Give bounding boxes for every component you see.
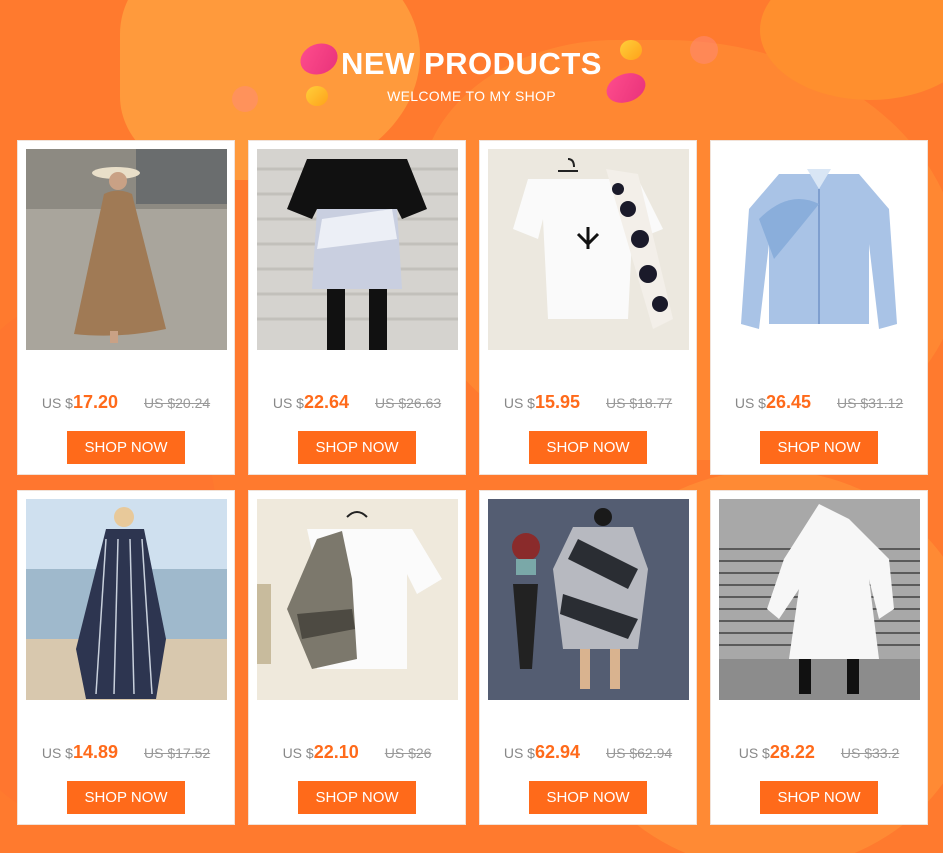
original-price: US $17.52 (144, 745, 211, 761)
product-card: US $26.45 US $31.12 SHOP NOW (710, 140, 928, 475)
product-image[interactable] (719, 499, 920, 700)
shop-now-button[interactable]: SHOP NOW (529, 781, 647, 814)
product-image[interactable] (257, 149, 458, 350)
shop-now-button[interactable]: SHOP NOW (760, 431, 878, 464)
product-image[interactable] (488, 149, 689, 350)
product-image[interactable] (26, 499, 227, 700)
original-price: US $20.24 (144, 395, 211, 411)
original-price: US $62.94 (606, 745, 673, 761)
shop-now-button[interactable]: SHOP NOW (529, 431, 647, 464)
current-price: US $28.22 (738, 742, 815, 762)
original-price: US $18.77 (606, 395, 673, 411)
shop-now-button[interactable]: SHOP NOW (67, 781, 185, 814)
product-card: US $28.22 US $33.2 SHOP NOW (710, 490, 928, 825)
current-price: US $26.45 (734, 392, 811, 412)
current-price: US $14.89 (41, 742, 118, 762)
product-card: US $22.64 US $26.63 SHOP NOW (248, 140, 466, 475)
product-image[interactable] (719, 149, 920, 350)
original-price: US $31.12 (837, 395, 904, 411)
product-card: US $62.94 US $62.94 SHOP NOW (479, 490, 697, 825)
product-image[interactable] (257, 499, 458, 700)
page-subtitle: WELCOME TO MY SHOP (387, 88, 556, 104)
product-card: US $22.10 US $26 SHOP NOW (248, 490, 466, 825)
product-image[interactable] (26, 149, 227, 350)
current-price: US $17.20 (41, 392, 118, 412)
original-price: US $26.63 (375, 395, 442, 411)
product-card: US $17.20 US $20.24 SHOP NOW (17, 140, 235, 475)
current-price: US $15.95 (503, 392, 580, 412)
shop-now-button[interactable]: SHOP NOW (67, 431, 185, 464)
current-price: US $22.64 (272, 392, 349, 412)
current-price: US $62.94 (503, 742, 580, 762)
page-title: NEW PRODUCTS (341, 46, 602, 81)
shop-now-button[interactable]: SHOP NOW (298, 781, 416, 814)
original-price: US $33.2 (840, 745, 900, 761)
product-card: US $15.95 US $18.77 SHOP NOW (479, 140, 697, 475)
product-grid: US $17.20 US $20.24 SHOP NOW US $22.64 U… (17, 140, 928, 825)
product-card: US $14.89 US $17.52 SHOP NOW (17, 490, 235, 825)
original-price: US $26 (384, 745, 432, 761)
product-image[interactable] (488, 499, 689, 700)
current-price: US $22.10 (282, 742, 359, 762)
shop-now-button[interactable]: SHOP NOW (760, 781, 878, 814)
shop-now-button[interactable]: SHOP NOW (298, 431, 416, 464)
banner-header: NEW PRODUCTS WELCOME TO MY SHOP (0, 44, 943, 104)
